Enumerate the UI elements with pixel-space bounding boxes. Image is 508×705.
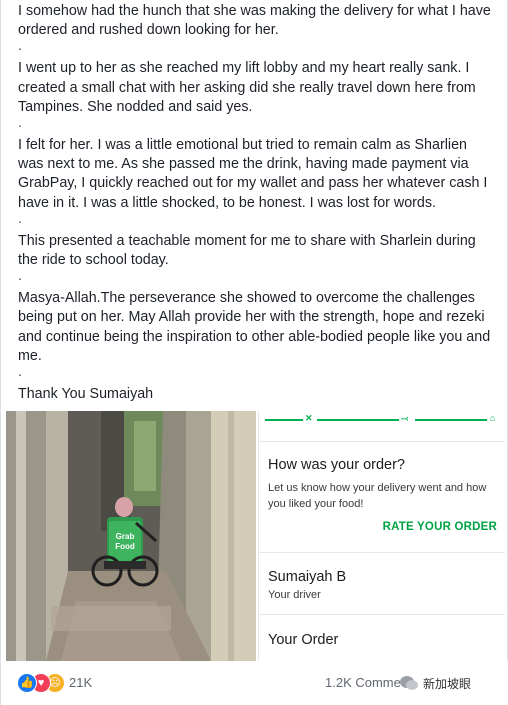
comment-count[interactable]: 1.2K Comme	[325, 675, 401, 690]
delivery-photo[interactable]: Grab Food	[6, 411, 256, 661]
like-icon: 👍	[17, 673, 37, 693]
grab-app-screenshot[interactable]: ✕ ⤙ ⌂ How was your order? Let us know ho…	[258, 411, 505, 661]
paragraph-separator: .	[18, 115, 22, 132]
driver-role: Your driver	[268, 589, 321, 601]
post-media: Grab Food ✕ ⤙ ⌂ How was your order? Let …	[6, 411, 505, 661]
paragraph-separator: .	[18, 364, 22, 381]
post-paragraph-6: Thank You Sumaiyah	[18, 386, 154, 403]
watermark-text: 新加坡眼	[421, 675, 474, 692]
facebook-post: I somehow had the hunch that she was mak…	[0, 0, 508, 705]
rate-order-button[interactable]: RATE YOUR ORDER	[383, 521, 497, 533]
driver-name: Sumaiyah B	[268, 569, 347, 585]
post-paragraph-4: This presented a teachable moment for me…	[18, 232, 476, 269]
delivery-progress-bar: ✕ ⤙ ⌂	[265, 413, 497, 425]
post-paragraph-3: I felt for her. I was a little emotional…	[18, 137, 488, 211]
post-paragraph-1: I somehow had the hunch that she was mak…	[18, 3, 491, 39]
bag-text-line1: Grab	[116, 532, 135, 541]
paragraph-separator: .	[18, 268, 22, 285]
post-body: I somehow had the hunch that she was mak…	[18, 2, 496, 404]
order-title: How was your order?	[268, 457, 405, 473]
wechat-icon	[400, 676, 418, 690]
corridor-image: Grab Food	[6, 411, 256, 661]
bag-text-line2: Food	[115, 542, 135, 551]
order-description: Let us know how your delivery went and h…	[268, 482, 487, 510]
route-icon: ⤙	[401, 413, 409, 423]
post-paragraph-5: Masya-Allah.The perseverance she showed …	[18, 290, 491, 364]
paragraph-separator: .	[18, 38, 22, 55]
your-order-heading[interactable]: Your Order	[268, 632, 338, 648]
post-footer: 👍 ♥ ☹ 21K 1.2K Comme 新加坡眼	[1, 661, 508, 705]
watermark: 新加坡眼	[399, 671, 508, 695]
cross-icon: ✕	[305, 413, 313, 423]
home-icon: ⌂	[490, 413, 496, 423]
paragraph-separator: .	[18, 210, 22, 227]
post-paragraph-2: I went up to her as she reached my lift …	[18, 60, 476, 115]
reaction-count[interactable]: 21K	[69, 675, 92, 690]
